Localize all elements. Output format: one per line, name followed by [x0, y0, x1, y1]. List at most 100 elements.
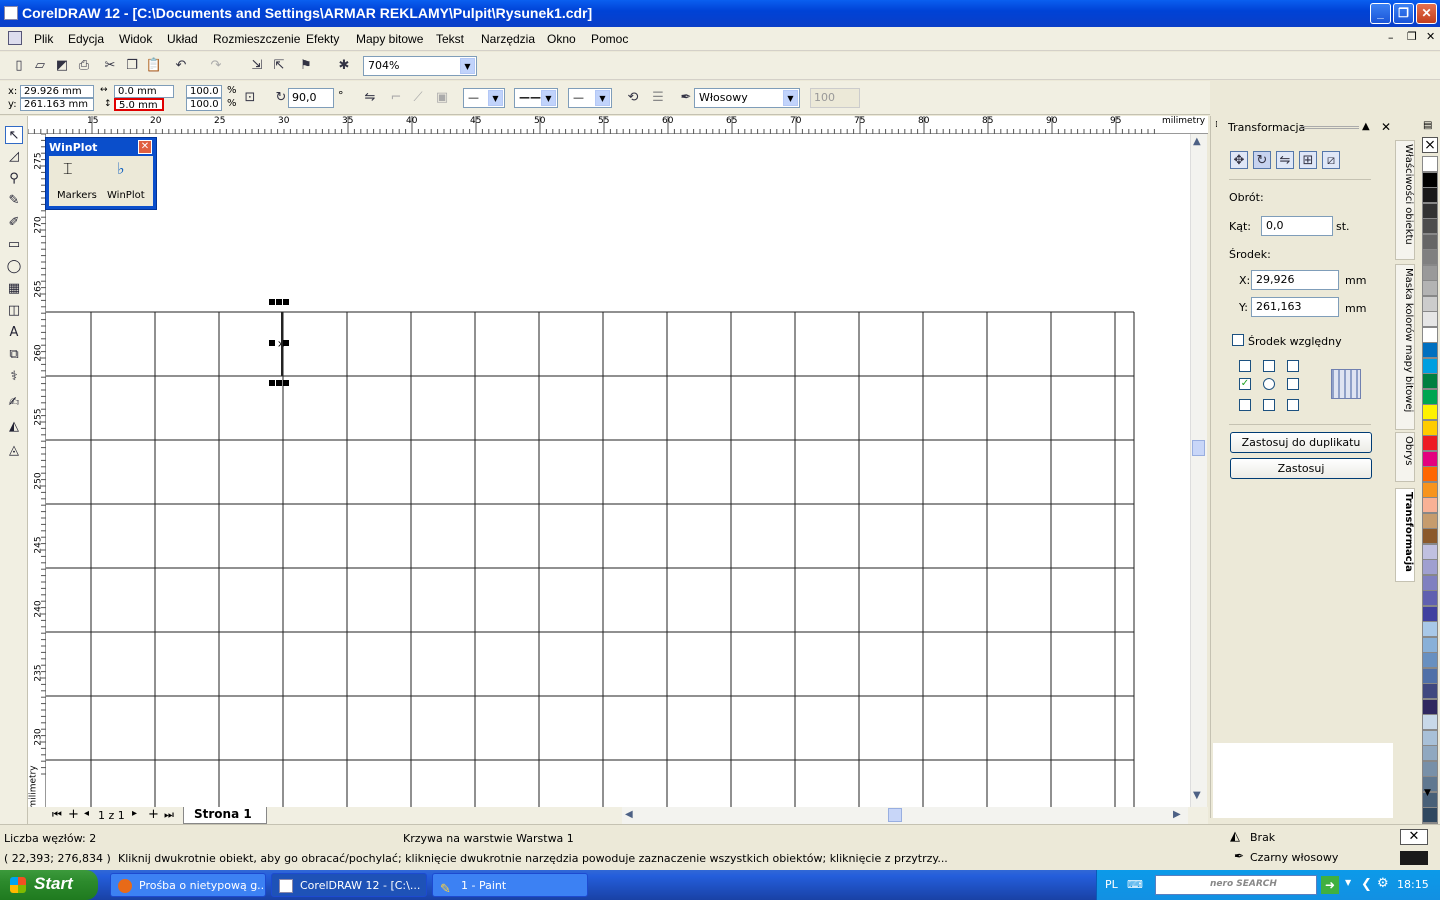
end-arrow-select[interactable]: — ▼: [568, 88, 612, 108]
center-y-input[interactable]: 261,163: [1251, 297, 1339, 317]
color-swatch[interactable]: [1422, 760, 1438, 777]
polygon-tool-icon[interactable]: ▦: [5, 280, 23, 298]
anchor-ml[interactable]: ✓: [1239, 378, 1251, 390]
color-swatch[interactable]: [1422, 419, 1438, 436]
color-swatch[interactable]: [1422, 543, 1438, 560]
color-swatch[interactable]: [1422, 404, 1438, 420]
menu-widok[interactable]: Widok: [119, 32, 152, 46]
tab-bitmap-color-mask[interactable]: Maska kolorów mapy bitowej: [1395, 264, 1415, 430]
text-wrap-icon[interactable]: ☰: [649, 89, 667, 107]
scroll-up-icon[interactable]: ▲: [1193, 136, 1201, 147]
undo-icon[interactable]: ↶: [172, 57, 190, 75]
scroll-thumb[interactable]: [1192, 440, 1205, 456]
color-swatch[interactable]: [1422, 729, 1438, 746]
color-swatch[interactable]: [1422, 559, 1438, 575]
color-swatch[interactable]: [1422, 683, 1438, 699]
rectangle-tool-icon[interactable]: ▭: [5, 236, 23, 254]
ellipse-tool-icon[interactable]: ◯: [5, 258, 23, 276]
menu-tekst[interactable]: Tekst: [436, 32, 464, 46]
welcome-icon[interactable]: ✱: [335, 57, 353, 75]
launcher-icon[interactable]: ⚑: [297, 57, 315, 75]
cut-icon[interactable]: ✂: [101, 57, 119, 75]
chevron-down-icon[interactable]: ▼: [595, 90, 610, 106]
rotation-angle-field[interactable]: 90,0: [288, 88, 334, 108]
grip-icon[interactable]: ⁞: [1215, 120, 1218, 130]
color-swatch[interactable]: [1422, 202, 1438, 219]
winplot-icon[interactable]: ♭: [117, 159, 125, 178]
color-swatch[interactable]: [1422, 156, 1438, 172]
menu-efekty[interactable]: Efekty: [306, 32, 339, 46]
scroll-left-icon[interactable]: ◀: [625, 809, 633, 820]
color-swatch[interactable]: [1422, 466, 1438, 482]
new-icon[interactable]: ▯: [10, 57, 28, 75]
import-icon[interactable]: ⇲: [248, 57, 266, 75]
task-firefox[interactable]: Prośba o nietypową g...: [110, 873, 266, 897]
keyboard-icon[interactable]: ⌨: [1127, 878, 1143, 891]
horizontal-ruler[interactable]: 15 20 25 30 35 40 45 50 55 60 65 70 75 8…: [28, 116, 1208, 134]
color-swatch[interactable]: [1422, 249, 1438, 265]
tab-transformation[interactable]: Transformacja: [1395, 488, 1415, 582]
chevron-down-icon[interactable]: ▼: [488, 90, 503, 106]
color-swatch[interactable]: [1422, 667, 1438, 684]
anchor-tl[interactable]: [1239, 360, 1251, 372]
zoom-combo[interactable]: 704% ▼: [363, 56, 477, 76]
color-swatch[interactable]: [1422, 171, 1438, 188]
chevron-down-icon[interactable]: ▼: [460, 58, 475, 74]
copy-icon[interactable]: ❐: [123, 57, 141, 75]
color-swatch[interactable]: [1422, 621, 1438, 637]
outline-tool-icon[interactable]: ✍: [5, 394, 23, 412]
search-go-icon[interactable]: ➜: [1321, 876, 1339, 894]
palette-scroll-down-icon[interactable]: ▼: [1424, 788, 1431, 798]
color-swatch[interactable]: [1422, 605, 1438, 622]
basic-shapes-tool-icon[interactable]: ◫: [5, 302, 23, 320]
page-tab[interactable]: Strona 1: [183, 807, 267, 824]
menu-mapy-bitowe[interactable]: Mapy bitowe: [356, 32, 423, 46]
anchor-center[interactable]: [1263, 378, 1275, 390]
scroll-right-icon[interactable]: ▶: [1173, 809, 1181, 820]
freehand-tool-icon[interactable]: ✎: [5, 192, 23, 210]
horizontal-scrollbar[interactable]: ◀ ▶: [622, 807, 1188, 824]
color-swatch[interactable]: [1422, 435, 1438, 451]
save-icon[interactable]: ◩: [53, 57, 71, 75]
start-button[interactable]: Start: [0, 870, 98, 900]
markers-button[interactable]: Markers: [57, 190, 97, 201]
color-swatch[interactable]: [1422, 714, 1438, 730]
doc-minimize-button[interactable]: –: [1388, 31, 1394, 44]
size-icon[interactable]: ⊞: [1299, 151, 1317, 169]
pick-tool-icon[interactable]: ↖: [5, 126, 23, 144]
color-swatch[interactable]: [1422, 311, 1438, 327]
rotate-tab-icon[interactable]: ↻: [1253, 151, 1271, 169]
color-swatch[interactable]: [1422, 590, 1438, 606]
color-swatch[interactable]: [1422, 187, 1438, 203]
color-swatch[interactable]: [1422, 388, 1438, 405]
color-swatch[interactable]: [1422, 450, 1438, 467]
document-icon[interactable]: [8, 31, 22, 45]
anchor-mr[interactable]: [1287, 378, 1299, 390]
chevron-down-icon[interactable]: ▼: [783, 90, 798, 106]
color-swatch[interactable]: [1422, 218, 1438, 234]
anchor-tc[interactable]: [1263, 360, 1275, 372]
chevron-down-icon[interactable]: ▼: [1345, 878, 1351, 887]
language-indicator[interactable]: PL: [1105, 878, 1118, 891]
fill-tool-icon[interactable]: ◭: [5, 418, 23, 436]
color-swatch[interactable]: [1422, 280, 1438, 296]
vertical-scrollbar[interactable]: ▲ ▼: [1190, 134, 1207, 807]
interactive-tool-icon[interactable]: ⧉: [5, 346, 23, 364]
open-icon[interactable]: ▱: [31, 57, 49, 75]
position-x-field[interactable]: 29.926 mm: [20, 85, 94, 98]
shape-tool-icon[interactable]: ◿: [5, 148, 23, 166]
menu-okno[interactable]: Okno: [547, 32, 576, 46]
height-field[interactable]: 5.0 mm: [114, 98, 164, 111]
markers-icon[interactable]: ⌶: [63, 159, 73, 179]
anchor-bl[interactable]: [1239, 399, 1251, 411]
eyedropper-tool-icon[interactable]: ⚕: [5, 368, 23, 386]
color-swatch[interactable]: [1422, 574, 1438, 591]
color-swatch[interactable]: [1422, 652, 1438, 668]
center-x-input[interactable]: 29,926: [1251, 270, 1339, 290]
prev-page-icon[interactable]: ◂: [84, 808, 89, 819]
task-coreldraw[interactable]: CorelDRAW 12 - [C:\...: [271, 873, 427, 897]
palette-menu-icon[interactable]: ▤: [1423, 120, 1432, 131]
doc-close-button[interactable]: ✕: [1426, 30, 1435, 43]
scroll-down-icon[interactable]: ▼: [1193, 790, 1201, 801]
outline-width-select[interactable]: Włosowy ▼: [694, 88, 800, 108]
